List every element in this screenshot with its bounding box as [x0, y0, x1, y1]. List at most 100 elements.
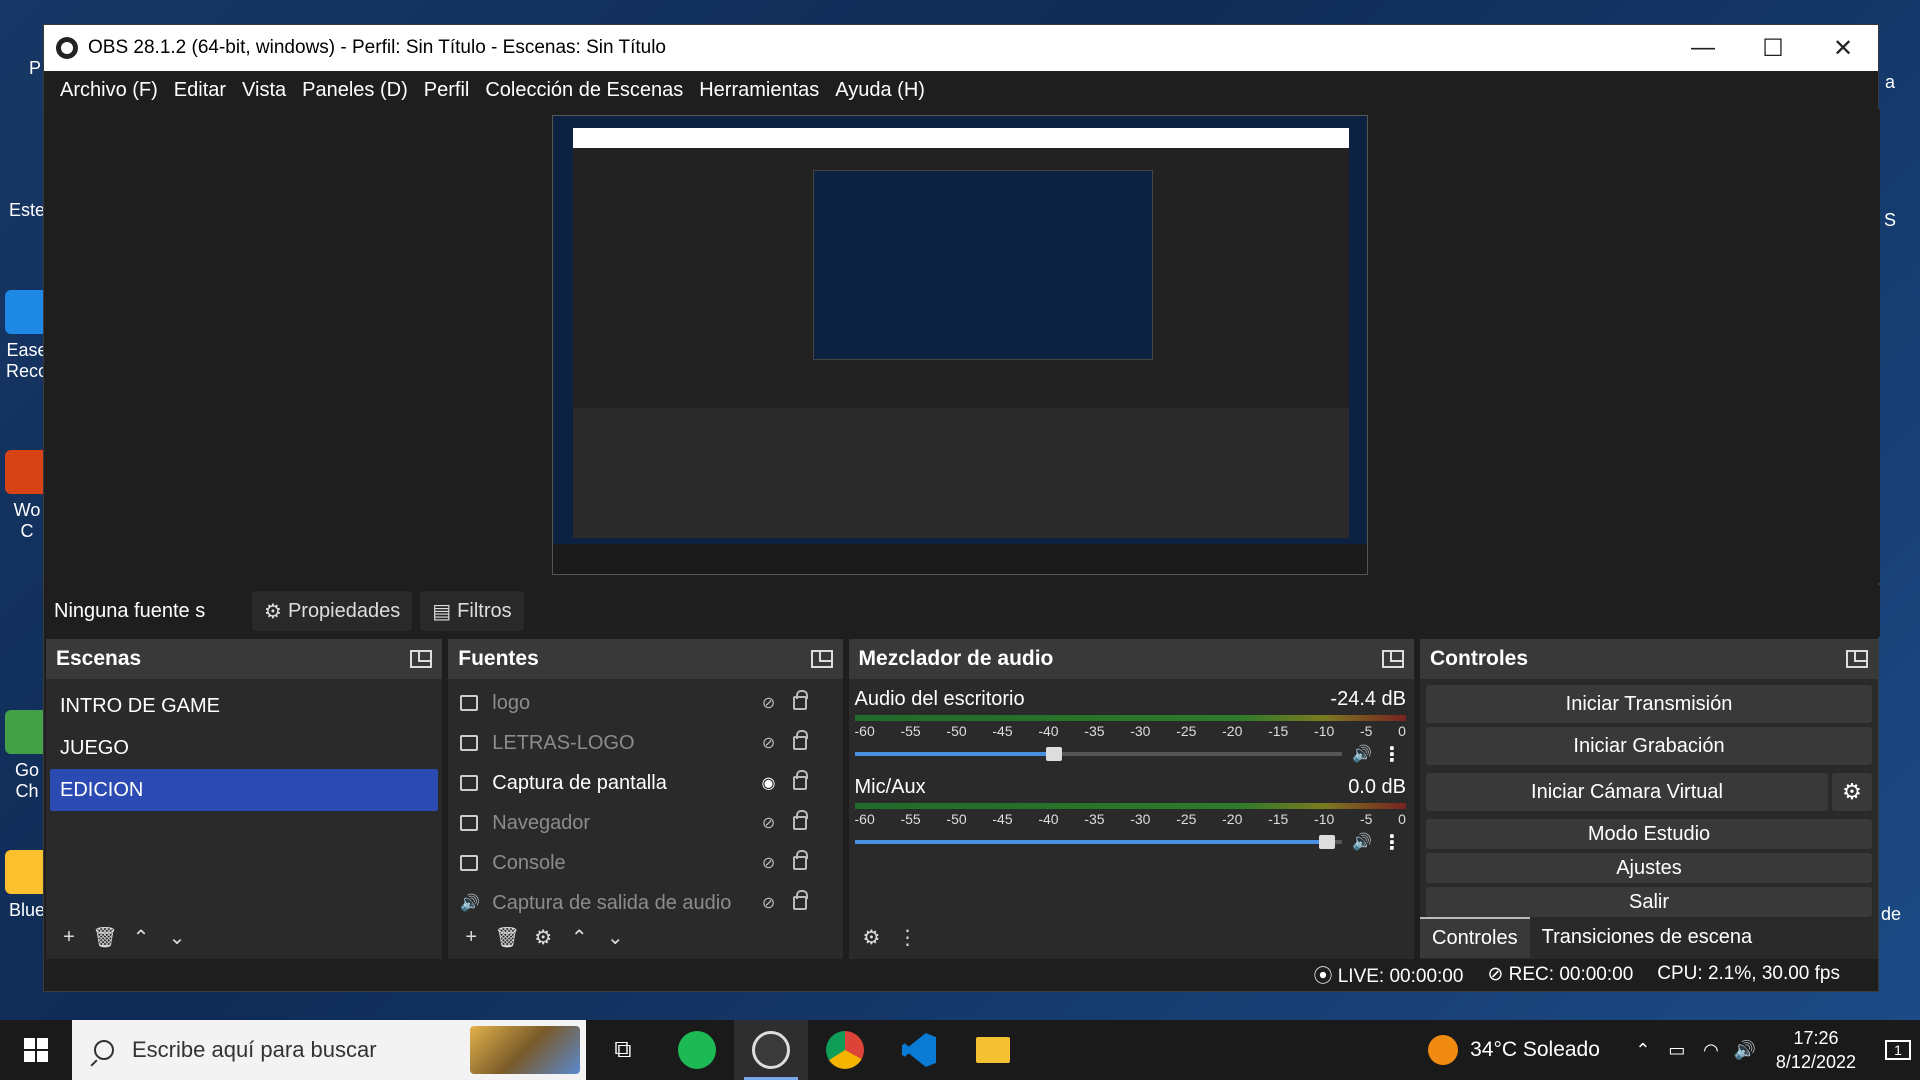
canvas-preview[interactable]: [552, 115, 1368, 575]
move-up-icon[interactable]: ⌃: [126, 922, 156, 952]
scene-item-selected[interactable]: EDICION: [50, 769, 439, 811]
source-item[interactable]: logo ⊘: [448, 683, 842, 723]
trash-icon[interactable]: 🗑: [492, 922, 522, 952]
menu-coleccion-escenas[interactable]: Colección de Escenas: [477, 79, 691, 102]
advanced-audio-icon[interactable]: ⚙: [857, 922, 887, 952]
eye-hidden-icon[interactable]: ⊘: [759, 733, 779, 753]
taskbar-search[interactable]: Escribe aquí para buscar: [72, 1020, 586, 1080]
task-view-icon[interactable]: ⧉: [586, 1020, 660, 1080]
preview-nested-titlebar: [573, 128, 1349, 148]
menu-vista[interactable]: Vista: [234, 79, 294, 102]
status-bar: ⦿ LIVE: 00:00:00 ⊘ REC: 00:00:00 CPU: 2.…: [44, 957, 1880, 991]
move-down-icon[interactable]: ⌄: [162, 922, 192, 952]
weather-sun-icon[interactable]: [1428, 1035, 1459, 1065]
fader-handle[interactable]: [1319, 835, 1336, 849]
speaker-icon[interactable]: 🔊: [1352, 744, 1378, 764]
add-icon[interactable]: +: [456, 922, 486, 952]
move-up-icon[interactable]: ⌃: [564, 922, 594, 952]
maximize-button[interactable]: ☐: [1738, 25, 1808, 71]
wifi-icon[interactable]: ◠: [1700, 1040, 1722, 1061]
preview-nested-window: [573, 148, 1349, 538]
lock-icon[interactable]: [792, 890, 808, 910]
filters-button[interactable]: ▤ Filtros: [420, 591, 524, 631]
chrome-icon[interactable]: [808, 1020, 882, 1080]
properties-button[interactable]: ⚙ Propiedades: [252, 591, 413, 631]
lock-icon[interactable]: [792, 730, 808, 750]
speaker-icon[interactable]: 🔊: [1352, 832, 1378, 852]
fader-handle[interactable]: [1046, 747, 1063, 761]
menu-perfil[interactable]: Perfil: [416, 79, 478, 102]
start-button[interactable]: [0, 1020, 72, 1080]
tab-controls[interactable]: Controles: [1420, 916, 1530, 958]
scenes-header: Escenas: [46, 639, 443, 679]
channel-level: -24.4 dB: [1330, 687, 1407, 710]
clock[interactable]: 17:26 8/12/2022: [1776, 1026, 1856, 1074]
more-options-icon[interactable]: ⋮: [1378, 742, 1406, 767]
volume-fader[interactable]: [854, 747, 1343, 761]
source-item[interactable]: LETRAS-LOGO ⊘: [448, 723, 842, 763]
volume-fader[interactable]: [854, 835, 1343, 849]
trash-icon[interactable]: 🗑: [90, 922, 120, 952]
scene-item[interactable]: INTRO DE GAME: [50, 685, 438, 727]
eye-hidden-icon[interactable]: ⊘: [759, 853, 779, 873]
channel-name: Mic/Aux: [854, 775, 926, 798]
browser-source-icon: [460, 815, 479, 831]
undock-icon[interactable]: [1382, 650, 1405, 668]
add-icon[interactable]: +: [54, 922, 84, 952]
volume-icon[interactable]: 🔊: [1734, 1040, 1756, 1061]
more-options-icon[interactable]: ⋮: [1378, 830, 1406, 855]
minimize-button[interactable]: —: [1668, 25, 1738, 71]
tab-scene-transitions[interactable]: Transiciones de escena: [1530, 918, 1765, 957]
eye-hidden-icon[interactable]: ⊘: [759, 813, 779, 833]
undock-icon[interactable]: [410, 650, 433, 668]
no-source-label: Ninguna fuente s: [54, 599, 206, 622]
file-explorer-icon[interactable]: [956, 1020, 1030, 1080]
gear-icon[interactable]: ⚙: [1832, 773, 1872, 811]
mixer-channel: Audio del escritorio -24.4 dB -60 -55 -50-…: [849, 685, 1415, 767]
lock-icon[interactable]: [792, 690, 808, 710]
notification-icon[interactable]: 1: [1876, 1034, 1920, 1066]
menu-ayuda[interactable]: Ayuda (H): [827, 79, 933, 102]
spotify-icon[interactable]: [660, 1020, 734, 1080]
more-options-icon[interactable]: ⋮: [893, 922, 923, 952]
eye-icon[interactable]: ◉: [759, 773, 779, 793]
undock-icon[interactable]: [1846, 650, 1868, 668]
scenes-dock: Escenas INTRO DE GAME JUEGO EDICION + 🗑 …: [46, 639, 443, 959]
meter-ticks: -60 -55 -50 -45 -40 -35 -30 -25 -20 -15 -10 -5 0: [854, 811, 1406, 827]
title-bar[interactable]: OBS 28.1.2 (64-bit, windows) - Perfil: S…: [44, 25, 1878, 71]
menu-editar[interactable]: Editar: [166, 79, 234, 102]
move-down-icon[interactable]: ⌄: [600, 922, 630, 952]
undock-icon[interactable]: [810, 650, 833, 668]
vscode-icon[interactable]: [882, 1020, 956, 1080]
lock-icon[interactable]: [792, 810, 808, 830]
lock-icon[interactable]: [792, 850, 808, 870]
start-virtual-camera-button[interactable]: Iniciar Cámara Virtual: [1426, 773, 1828, 811]
start-recording-button[interactable]: Iniciar Grabación: [1426, 727, 1872, 765]
lock-icon[interactable]: [792, 770, 808, 790]
device-icon[interactable]: ▭: [1666, 1040, 1688, 1061]
close-button[interactable]: ✕: [1808, 25, 1878, 71]
menu-herramientas[interactable]: Herramientas: [691, 79, 827, 102]
exit-button[interactable]: Salir: [1426, 887, 1872, 917]
studio-mode-button[interactable]: Modo Estudio: [1426, 819, 1872, 849]
windows-logo-icon: [24, 1038, 48, 1062]
preview-area: [44, 109, 1880, 583]
settings-button[interactable]: Ajustes: [1426, 853, 1872, 883]
gear-icon[interactable]: ⚙: [528, 922, 558, 952]
eye-hidden-icon[interactable]: ⊘: [759, 893, 779, 913]
start-streaming-button[interactable]: Iniciar Transmisión: [1426, 685, 1872, 723]
source-item[interactable]: Navegador ⊘: [448, 803, 842, 843]
source-item[interactable]: Console ⊘: [448, 843, 842, 883]
mixer-footer: ⚙ ⋮: [849, 915, 1415, 959]
menu-paneles[interactable]: Paneles (D): [294, 79, 416, 102]
live-status: ⦿ LIVE: 00:00:00: [1313, 965, 1464, 987]
eye-hidden-icon[interactable]: ⊘: [759, 693, 779, 713]
obs-taskbar-icon[interactable]: [734, 1020, 808, 1080]
source-toolbar: Ninguna fuente s ⚙ Propiedades ▤ Filtros: [44, 585, 1880, 637]
menu-archivo[interactable]: Archivo (F): [52, 79, 166, 102]
source-item[interactable]: Captura de pantalla ◉: [448, 763, 842, 803]
search-placeholder: Escribe aquí para buscar: [132, 1037, 377, 1062]
scene-item[interactable]: JUEGO: [50, 727, 438, 769]
chevron-up-icon[interactable]: ⌃: [1632, 1040, 1654, 1061]
weather-text[interactable]: 34°C Soleado: [1470, 1038, 1600, 1062]
